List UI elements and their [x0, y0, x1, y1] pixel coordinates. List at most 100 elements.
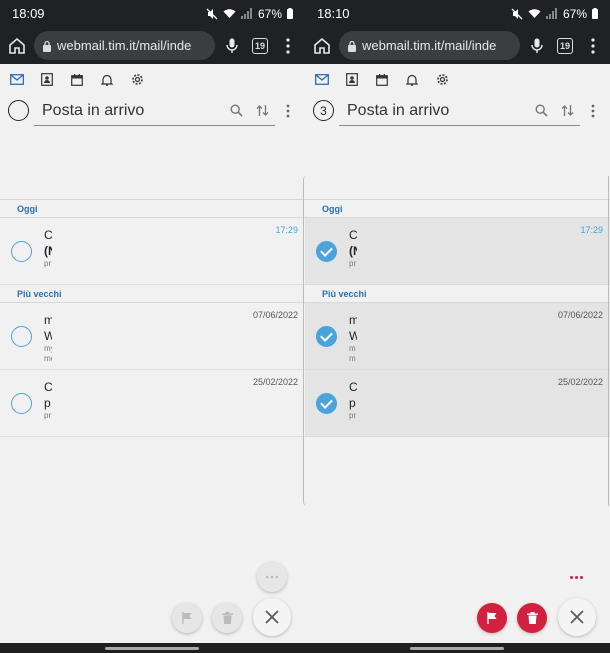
message-row[interactable]: m W my mo 07/06/2022: [0, 303, 305, 370]
message-sender: m: [349, 313, 357, 327]
section-today: Oggi: [0, 200, 305, 218]
message-row[interactable]: C p pr 25/02/2022: [0, 370, 305, 437]
delete-button[interactable]: [517, 603, 547, 633]
home-gesture-pill[interactable]: [105, 647, 199, 650]
message-sender: m: [44, 313, 52, 327]
home-icon[interactable]: [6, 35, 28, 57]
microphone-icon[interactable]: [526, 35, 548, 57]
tab-count: 19: [252, 37, 268, 54]
url-text: webmail.tim.it/mail/inde: [57, 38, 192, 53]
flag-icon: [486, 612, 496, 624]
browser-url-bar: webmail.tim.it/mail/inde 19: [0, 27, 305, 64]
tab-switcher-button[interactable]: 19: [554, 35, 576, 57]
mail-icon[interactable]: [315, 73, 329, 87]
battery-icon: [592, 8, 598, 19]
more-vertical-icon[interactable]: [584, 102, 602, 120]
message-preview: pr: [44, 259, 52, 268]
system-nav-bar: [305, 643, 610, 653]
contacts-icon[interactable]: [40, 73, 54, 87]
message-time: 17:29: [580, 225, 603, 235]
home-icon[interactable]: [311, 35, 333, 57]
home-gesture-pill[interactable]: [410, 647, 504, 650]
battery-percent: 67%: [257, 6, 282, 21]
search-icon[interactable]: [532, 102, 550, 120]
folder-title: Posta in arrivo: [347, 101, 450, 119]
panel-edge: [303, 176, 307, 506]
message-date: 25/02/2022: [252, 377, 298, 387]
message-preview: pr: [44, 411, 52, 420]
browser-menu-icon[interactable]: [277, 35, 299, 57]
phone-right: 18:10 67% webmail.tim.it/mail/inde 19 3 …: [305, 0, 610, 653]
bell-icon[interactable]: [405, 73, 419, 87]
sort-icon[interactable]: [253, 102, 271, 120]
message-preview: pr: [349, 259, 357, 268]
search-icon[interactable]: [227, 102, 245, 120]
message-row-selected[interactable]: C p pr 25/02/2022: [305, 370, 610, 437]
trash-icon: [526, 612, 538, 624]
wifi-icon: [528, 9, 541, 18]
folder-title: Posta in arrivo: [42, 101, 145, 119]
folder-header: Posta in arrivo: [0, 95, 305, 126]
close-selection-button[interactable]: [253, 598, 291, 636]
section-today: Oggi: [305, 200, 610, 218]
contacts-icon[interactable]: [345, 73, 359, 87]
signal-icon: [240, 8, 252, 19]
microphone-icon[interactable]: [221, 35, 243, 57]
message-row[interactable]: C (N pr 17:29: [0, 218, 305, 285]
more-actions-button[interactable]: [257, 562, 287, 592]
message-date: 07/06/2022: [557, 310, 603, 320]
message-row-selected[interactable]: m W m m 07/06/2022: [305, 303, 610, 370]
more-vertical-icon[interactable]: [279, 102, 297, 120]
message-sender: C: [349, 228, 357, 242]
delete-button[interactable]: [212, 603, 242, 633]
more-horizontal-icon: [265, 575, 279, 579]
close-selection-button[interactable]: [558, 598, 596, 636]
system-nav-bar: [0, 643, 305, 653]
message-subject: p: [44, 396, 51, 410]
battery-icon: [287, 8, 293, 19]
panel-edge: [605, 176, 609, 506]
trash-icon: [221, 612, 233, 624]
signal-icon: [545, 8, 557, 19]
sort-icon[interactable]: [558, 102, 576, 120]
message-date: 07/06/2022: [252, 310, 298, 320]
gear-icon[interactable]: [435, 73, 449, 87]
mute-icon: [511, 8, 523, 19]
message-checkbox[interactable]: [11, 393, 32, 414]
gear-icon[interactable]: [130, 73, 144, 87]
message-checkbox[interactable]: [11, 326, 32, 347]
flag-button[interactable]: [172, 603, 202, 633]
message-sender: C: [349, 380, 357, 394]
browser-menu-icon[interactable]: [582, 35, 604, 57]
tab-switcher-button[interactable]: 19: [249, 35, 271, 57]
message-checkbox-checked[interactable]: [316, 326, 337, 347]
message-subject: W: [44, 329, 52, 343]
address-bar[interactable]: webmail.tim.it/mail/inde: [34, 31, 215, 60]
message-sender: C: [44, 380, 52, 394]
message-checkbox[interactable]: [11, 241, 32, 262]
screenshot-root: 18:09 67% webmail.tim.it/mail/inde 19 Po…: [0, 0, 610, 653]
calendar-icon[interactable]: [70, 73, 84, 87]
select-all-checkbox[interactable]: [8, 100, 29, 121]
selected-count-badge[interactable]: 3: [313, 100, 334, 121]
message-date: 25/02/2022: [557, 377, 603, 387]
browser-url-bar: webmail.tim.it/mail/inde 19: [305, 27, 610, 64]
more-actions-button[interactable]: [570, 576, 583, 579]
address-bar[interactable]: webmail.tim.it/mail/inde: [339, 31, 520, 60]
close-icon: [265, 610, 279, 624]
message-checkbox-checked[interactable]: [316, 393, 337, 414]
flag-button[interactable]: [477, 603, 507, 633]
message-row-selected[interactable]: C (N pr 17:29: [305, 218, 610, 285]
message-preview: my: [44, 344, 52, 353]
battery-percent: 67%: [562, 6, 587, 21]
section-older: Più vecchi: [305, 285, 610, 303]
mail-icon[interactable]: [10, 73, 24, 87]
more-horizontal-icon: [570, 576, 573, 579]
message-subject: (N: [44, 244, 52, 258]
message-checkbox-checked[interactable]: [316, 241, 337, 262]
tab-count: 19: [557, 37, 573, 54]
mute-icon: [206, 8, 218, 19]
bell-icon[interactable]: [100, 73, 114, 87]
calendar-icon[interactable]: [375, 73, 389, 87]
message-preview: pr: [349, 411, 357, 420]
